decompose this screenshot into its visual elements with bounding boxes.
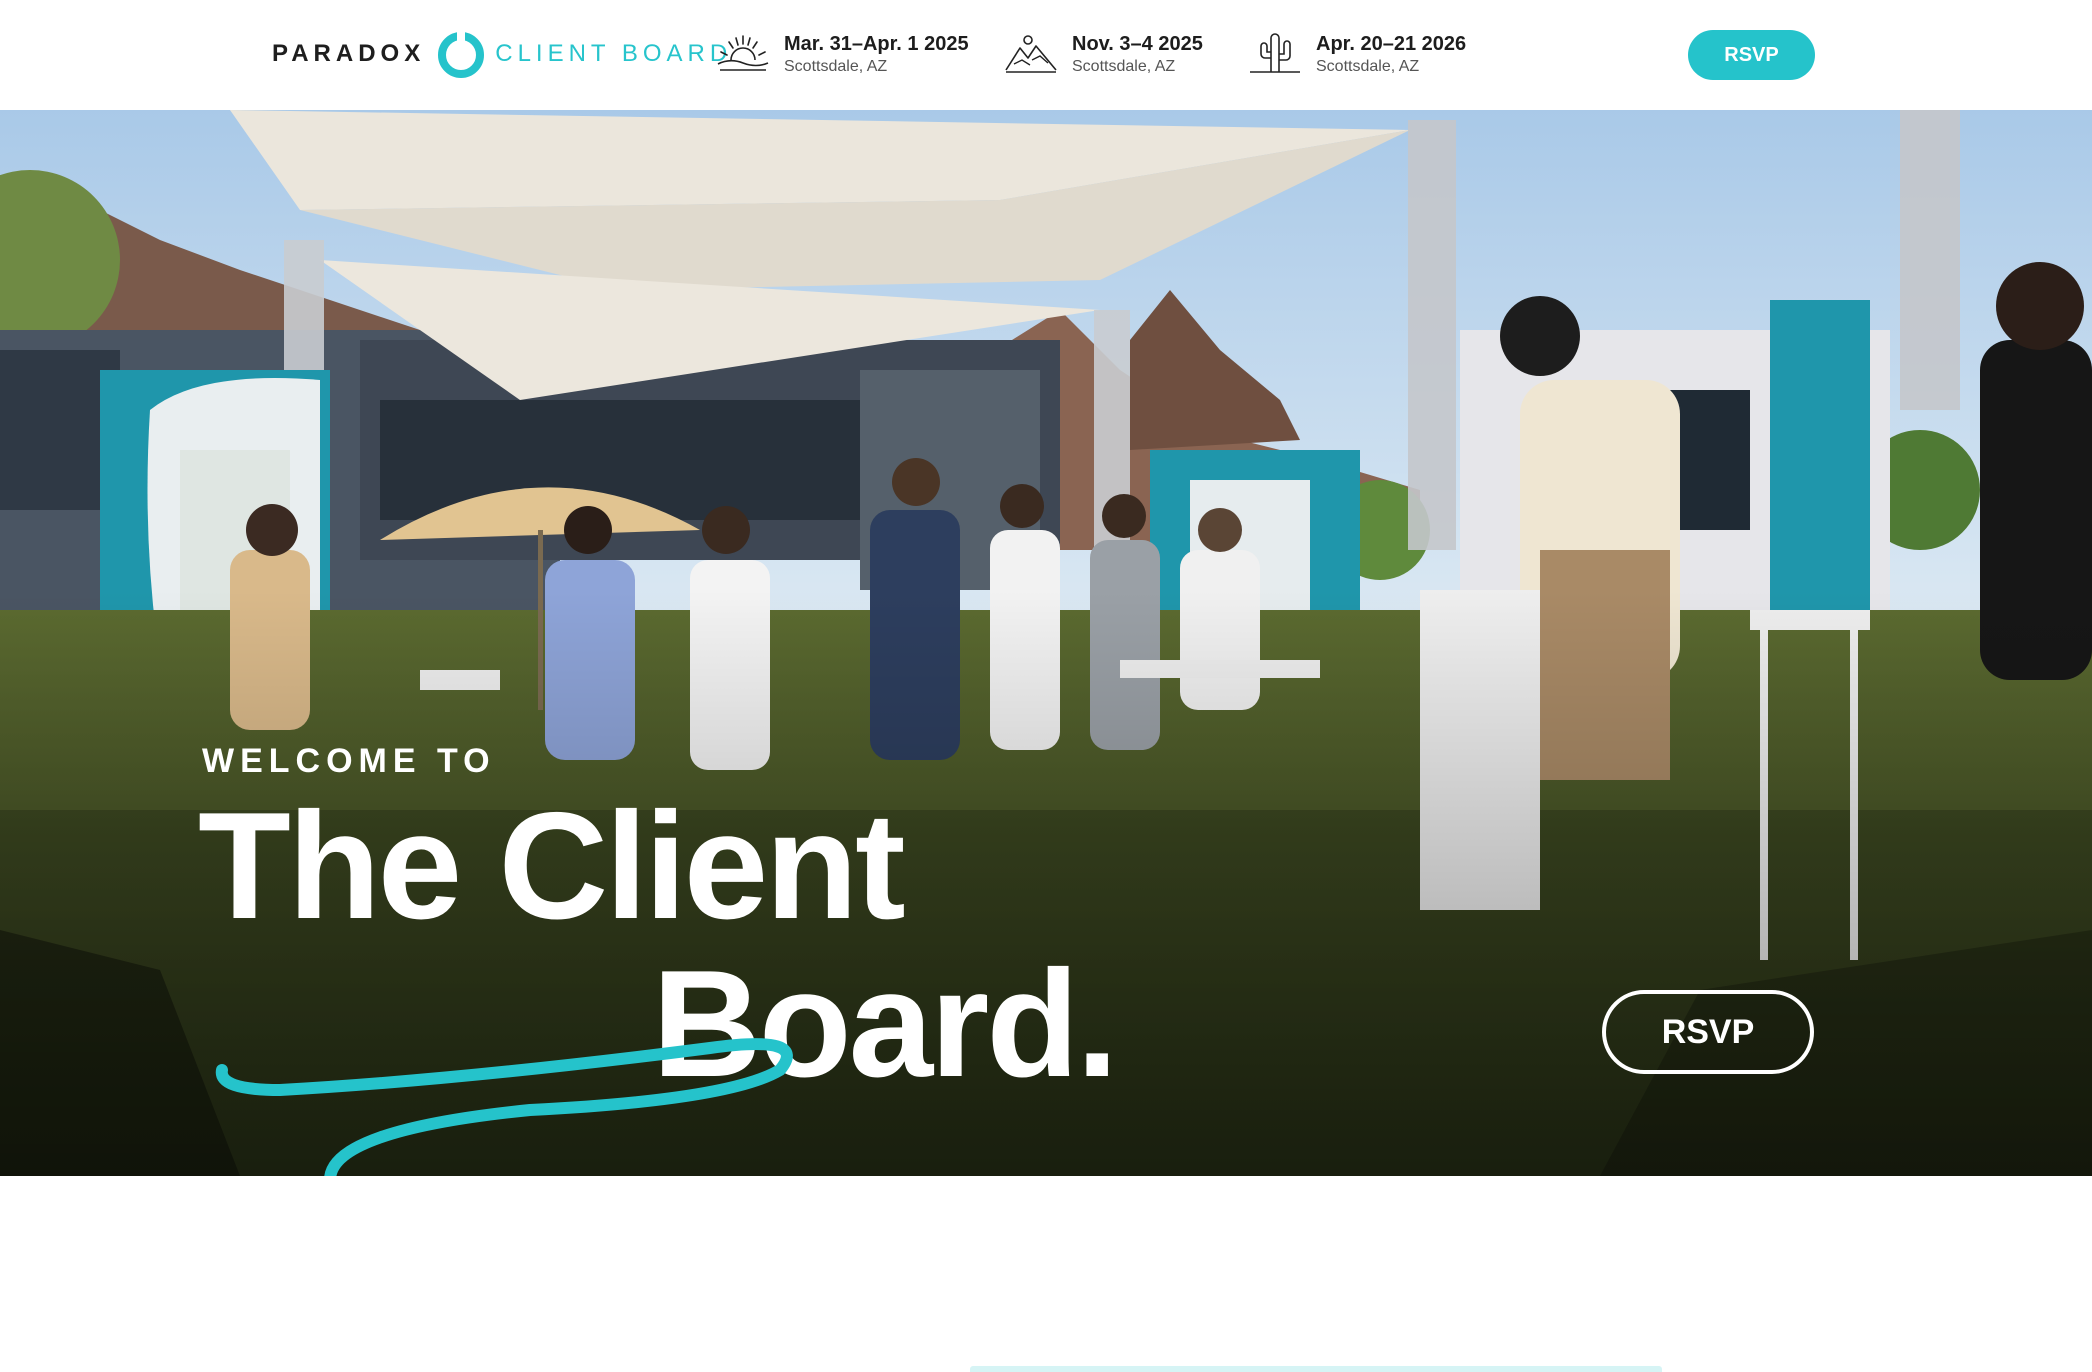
event-fall-2025: Nov. 3–4 2025 Scottsdale, AZ <box>1004 30 1203 80</box>
logo-client-board-text: CLIENT BOARD <box>495 40 733 67</box>
header-rsvp-button[interactable]: RSVP <box>1688 30 1815 80</box>
content-section <box>0 1176 2092 1372</box>
paradox-ring-icon <box>438 30 485 78</box>
sunrise-icon <box>717 35 769 71</box>
hero-eyebrow: WELCOME TO <box>202 742 496 780</box>
event-date: Nov. 3–4 2025 <box>1072 33 1203 56</box>
event-location: Scottsdale, AZ <box>1316 58 1420 76</box>
hero-title-line-1: The Client <box>198 781 906 951</box>
site-header: PARADOX CLIENT BOARD Mar. 31–Apr. 1 2025 <box>0 0 2092 110</box>
logo-paradox-text: PARADOX <box>272 40 426 67</box>
event-spring-2025: Mar. 31–Apr. 1 2025 Scottsdale, AZ <box>716 30 969 80</box>
hero-section: WELCOME TO The Client Board. RSVP <box>0 110 2092 1176</box>
paradox-client-board-logo[interactable]: PARADOX CLIENT BOARD <box>272 26 732 82</box>
event-date: Apr. 20–21 2026 <box>1316 33 1467 56</box>
teal-card-edge <box>970 1366 1662 1372</box>
cactus-icon <box>1250 33 1300 73</box>
event-location: Scottsdale, AZ <box>1072 58 1176 76</box>
event-spring-2026: Apr. 20–21 2026 Scottsdale, AZ <box>1248 30 1466 80</box>
event-location: Scottsdale, AZ <box>784 58 888 76</box>
hero-title-line-2: Board. <box>652 939 1118 1109</box>
mountain-icon <box>1005 35 1057 73</box>
event-date: Mar. 31–Apr. 1 2025 <box>784 33 969 56</box>
hero-rsvp-button[interactable]: RSVP <box>1602 990 1814 1074</box>
